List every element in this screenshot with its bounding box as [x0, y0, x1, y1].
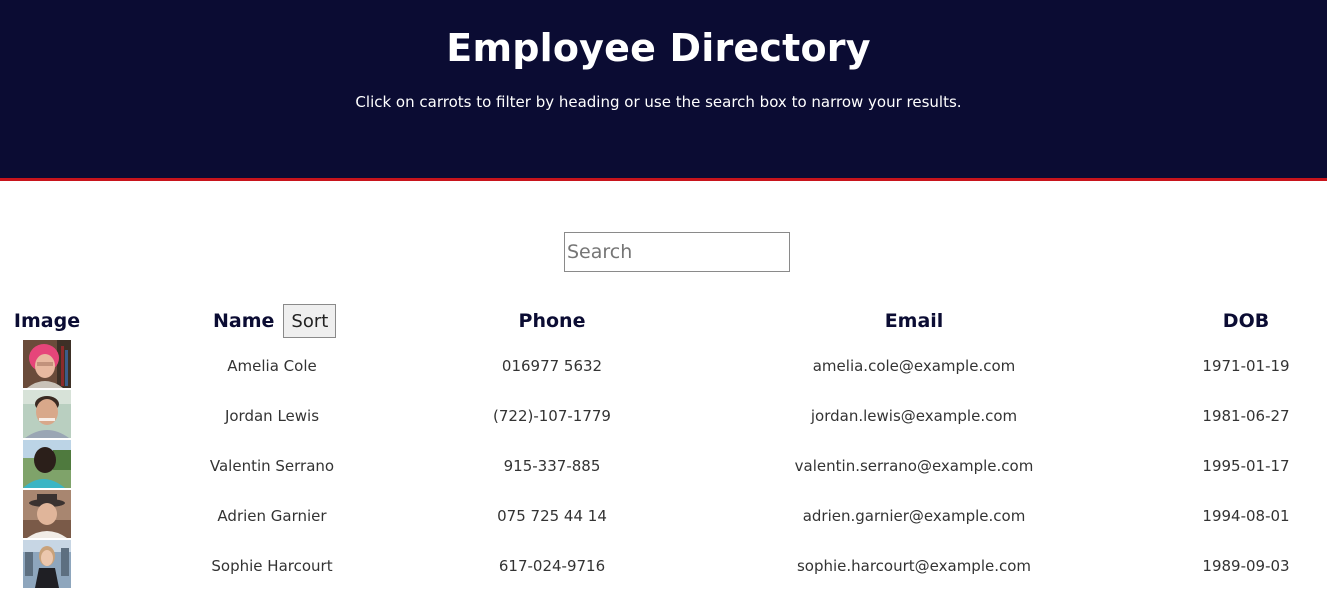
- column-header-dob: DOB: [1222, 310, 1270, 332]
- employee-email: valentin.serrano@example.com: [794, 457, 1034, 475]
- avatar: [23, 390, 71, 438]
- column-header-name-group: Name Sort: [213, 304, 337, 338]
- employee-name: Adrien Garnier: [217, 507, 327, 525]
- column-header-image: Image: [13, 310, 81, 332]
- employee-phone: (722)-107-1779: [493, 407, 611, 425]
- column-header-email: Email: [884, 310, 944, 332]
- employee-email: adrien.garnier@example.com: [802, 507, 1026, 525]
- employee-email: amelia.cole@example.com: [812, 357, 1016, 375]
- employee-dob: 1971-01-19: [1202, 357, 1290, 375]
- column-header-name: Name: [213, 310, 275, 332]
- search-input[interactable]: [564, 232, 790, 272]
- search-container: [564, 232, 790, 272]
- page-title: Employee Directory: [446, 26, 871, 70]
- employee-phone: 016977 5632: [501, 357, 603, 375]
- employee-phone: 075 725 44 14: [497, 507, 607, 525]
- employee-dob: 1989-09-03: [1202, 557, 1290, 575]
- employee-name: Valentin Serrano: [209, 457, 335, 475]
- employee-dob: 1981-06-27: [1202, 407, 1290, 425]
- page-header: Employee Directory Click on carrots to f…: [0, 0, 1327, 181]
- table-row: Amelia Cole 016977 5632 amelia.cole@exam…: [0, 340, 1327, 390]
- employee-email: sophie.harcourt@example.com: [796, 557, 1032, 575]
- table-row: Jordan Lewis (722)-107-1779 jordan.lewis…: [0, 390, 1327, 440]
- employee-dob: 1995-01-17: [1202, 457, 1290, 475]
- column-header-phone: Phone: [518, 310, 586, 332]
- avatar: [23, 490, 71, 538]
- table-row: Adrien Garnier 075 725 44 14 adrien.garn…: [0, 490, 1327, 540]
- employee-name: Amelia Cole: [227, 357, 317, 375]
- table-row: Valentin Serrano 915-337-885 valentin.se…: [0, 440, 1327, 490]
- employee-phone: 617-024-9716: [498, 557, 606, 575]
- sort-button[interactable]: Sort: [283, 304, 337, 338]
- table-row: Sophie Harcourt 617-024-9716 sophie.harc…: [0, 540, 1327, 590]
- employee-dob: 1994-08-01: [1202, 507, 1290, 525]
- page-subtitle: Click on carrots to filter by heading or…: [355, 93, 962, 111]
- employee-name: Sophie Harcourt: [211, 557, 333, 575]
- employee-email: jordan.lewis@example.com: [810, 407, 1018, 425]
- avatar: [23, 340, 71, 388]
- employee-phone: 915-337-885: [503, 457, 601, 475]
- avatar: [23, 540, 71, 588]
- employee-name: Jordan Lewis: [224, 407, 320, 425]
- avatar: [23, 440, 71, 488]
